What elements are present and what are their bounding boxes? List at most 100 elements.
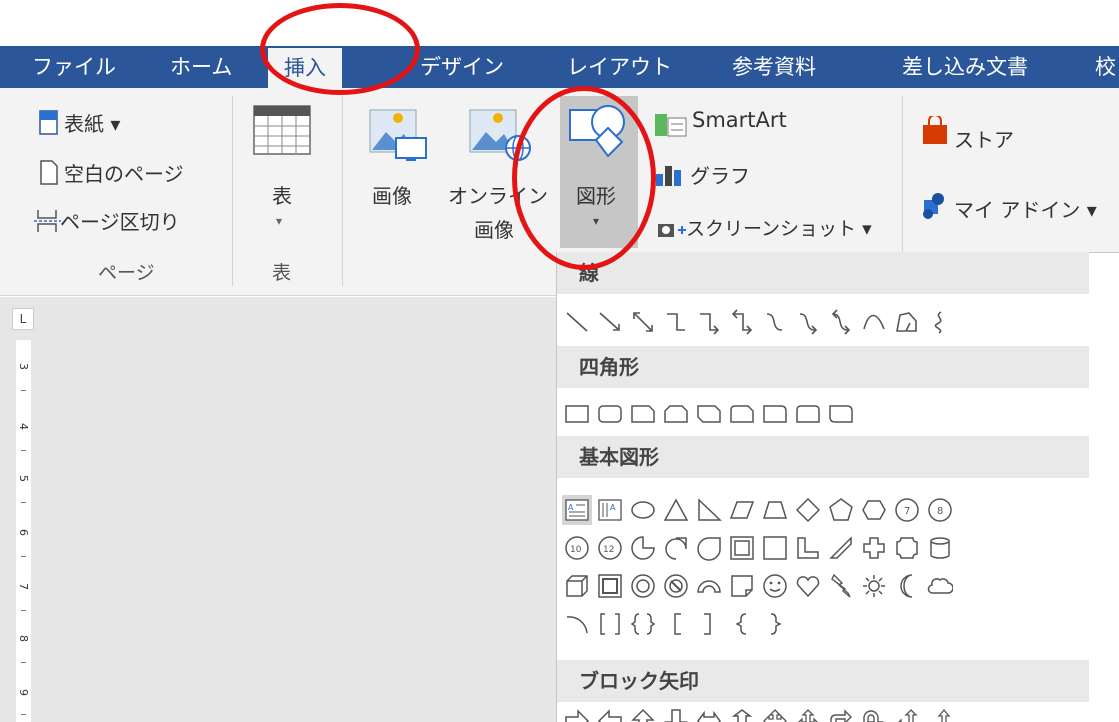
text-box-icon[interactable]: A — [562, 495, 592, 525]
up-arrow-icon[interactable] — [628, 706, 658, 722]
right-brace-icon[interactable] — [760, 609, 790, 639]
lightning-bolt-icon[interactable] — [826, 571, 856, 601]
store-button[interactable]: ストア — [954, 124, 1014, 153]
cover-page-button[interactable]: 表紙 ▾ — [64, 108, 120, 137]
online-image-button-line2[interactable]: 画像 — [474, 214, 514, 243]
curved-double-arrow-connector-icon[interactable] — [826, 307, 856, 337]
freeform-shape-icon[interactable] — [892, 307, 922, 337]
right-bracket-icon[interactable] — [694, 609, 724, 639]
elbow-double-arrow-connector-icon[interactable] — [727, 307, 757, 337]
chord-icon[interactable] — [694, 533, 724, 563]
diagonal-stripe-icon[interactable] — [826, 533, 856, 563]
picture-icon[interactable] — [368, 104, 432, 170]
right-arrow-icon[interactable] — [562, 706, 592, 722]
left-right-up-arrow-icon[interactable] — [793, 706, 823, 722]
parallelogram-icon[interactable] — [727, 495, 757, 525]
snip-round-rectangle-icon[interactable] — [727, 399, 757, 429]
half-frame-icon[interactable] — [760, 533, 790, 563]
diamond-icon[interactable] — [793, 495, 823, 525]
chart-button[interactable]: グラフ — [690, 160, 750, 189]
curve-icon[interactable] — [859, 307, 889, 337]
pentagon-icon[interactable] — [826, 495, 856, 525]
dodecagon-icon[interactable]: 12 — [595, 533, 625, 563]
right-triangle-icon[interactable] — [694, 495, 724, 525]
bent-up-arrow-icon[interactable] — [925, 706, 955, 722]
cloud-icon[interactable] — [925, 571, 955, 601]
round-single-corner-rectangle-icon[interactable] — [760, 399, 790, 429]
double-brace-icon[interactable] — [628, 609, 658, 639]
u-turn-arrow-icon[interactable] — [859, 706, 889, 722]
left-up-arrow-icon[interactable] — [892, 706, 922, 722]
cube-icon[interactable] — [562, 571, 592, 601]
down-arrow-icon[interactable] — [661, 706, 691, 722]
tab-layout[interactable]: レイアウト — [567, 46, 672, 88]
vertical-ruler[interactable]: 3 4 5 6 7 8 9 — [16, 340, 31, 722]
plaque-icon[interactable] — [892, 533, 922, 563]
my-addins-button[interactable]: マイ アドイン ▾ — [954, 194, 1097, 223]
double-bracket-icon[interactable] — [595, 609, 625, 639]
block-arc-icon[interactable] — [694, 571, 724, 601]
table-button[interactable]: 表 — [272, 180, 292, 209]
left-bracket-icon[interactable] — [661, 609, 691, 639]
can-icon[interactable] — [925, 533, 955, 563]
tab-home[interactable]: ホーム — [170, 46, 232, 88]
table-icon[interactable] — [252, 104, 312, 160]
screenshot-button[interactable]: スクリーンショット ▾ — [686, 214, 872, 241]
quad-arrow-icon[interactable] — [760, 706, 790, 722]
no-symbol-icon[interactable] — [661, 571, 691, 601]
tab-file[interactable]: ファイル — [32, 46, 116, 88]
l-shape-icon[interactable] — [793, 533, 823, 563]
tab-selector[interactable]: L — [12, 308, 34, 330]
line-arrow-icon[interactable] — [595, 307, 625, 337]
frame-icon[interactable] — [727, 533, 757, 563]
tab-review[interactable]: 校 — [1095, 46, 1116, 88]
elbow-connector-icon[interactable] — [661, 307, 691, 337]
tab-references[interactable]: 参考資料 — [732, 46, 816, 88]
rounded-rectangle-icon[interactable] — [595, 399, 625, 429]
arc-icon[interactable] — [562, 609, 592, 639]
trapezoid-icon[interactable] — [760, 495, 790, 525]
curved-connector-icon[interactable] — [760, 307, 790, 337]
snip-diagonal-rectangle-icon[interactable] — [694, 399, 724, 429]
curved-arrow-connector-icon[interactable] — [793, 307, 823, 337]
snip-corner-rectangle-icon[interactable] — [628, 399, 658, 429]
folded-corner-icon[interactable] — [727, 571, 757, 601]
table-caret-icon[interactable]: ▾ — [276, 214, 282, 228]
smiley-face-icon[interactable] — [760, 571, 790, 601]
plus-shape-icon[interactable] — [859, 533, 889, 563]
tab-design[interactable]: デザイン — [420, 46, 504, 88]
rectangle-icon[interactable] — [562, 399, 592, 429]
page-break-button[interactable]: ページ区切り — [60, 206, 180, 235]
line-shape-icon[interactable] — [562, 307, 592, 337]
hexagon-icon[interactable] — [859, 495, 889, 525]
pie-icon[interactable] — [628, 533, 658, 563]
teardrop-icon[interactable] — [661, 533, 691, 563]
round-diagonal-rectangle-icon[interactable] — [826, 399, 856, 429]
vertical-text-box-icon[interactable]: A — [595, 495, 625, 525]
left-brace-icon[interactable] — [727, 609, 757, 639]
moon-icon[interactable] — [892, 571, 922, 601]
left-right-arrow-icon[interactable] — [694, 706, 724, 722]
donut-icon[interactable] — [628, 571, 658, 601]
sun-icon[interactable] — [859, 571, 889, 601]
heart-icon[interactable] — [793, 571, 823, 601]
tab-mailings[interactable]: 差し込み文書 — [902, 46, 1028, 88]
octagon-icon[interactable]: 8 — [925, 495, 955, 525]
smartart-button[interactable]: SmartArt — [692, 108, 787, 132]
oval-icon[interactable] — [628, 495, 658, 525]
blank-page-button[interactable]: 空白のページ — [64, 158, 184, 187]
up-down-arrow-icon[interactable] — [727, 706, 757, 722]
decagon-icon[interactable]: 10 — [562, 533, 592, 563]
line-double-arrow-icon[interactable] — [628, 307, 658, 337]
bent-arrow-icon[interactable] — [826, 706, 856, 722]
bevel-icon[interactable] — [595, 571, 625, 601]
snip-same-side-rectangle-icon[interactable] — [661, 399, 691, 429]
elbow-arrow-connector-icon[interactable] — [694, 307, 724, 337]
triangle-icon[interactable] — [661, 495, 691, 525]
image-button[interactable]: 画像 — [372, 180, 412, 209]
round-same-side-rectangle-icon[interactable] — [793, 399, 823, 429]
scribble-icon[interactable] — [925, 307, 955, 337]
document-area[interactable] — [0, 297, 556, 722]
heptagon-icon[interactable]: 7 — [892, 495, 922, 525]
left-arrow-icon[interactable] — [595, 706, 625, 722]
